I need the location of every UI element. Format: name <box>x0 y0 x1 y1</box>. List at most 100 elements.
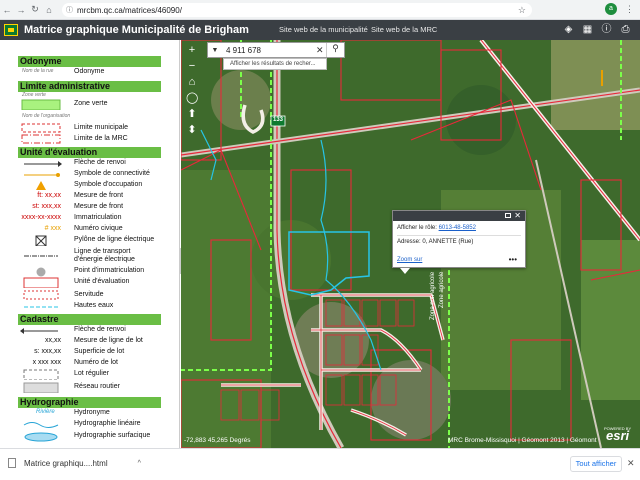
numero-civique-label: Numéro civique <box>74 225 123 232</box>
connectivite-symbol <box>24 173 60 177</box>
popup-address: Adresse: 0, ANNETTE (Rue) <box>397 239 474 245</box>
route-number: 133 <box>273 117 284 123</box>
close-downloads-icon[interactable]: ✕ <box>627 458 635 469</box>
immatriculation-label: Immatriculation <box>74 214 122 221</box>
lot-regulier-label: Lot régulier <box>74 370 110 377</box>
feature-popup: ✕ Afficher le rôle: 6013-48-5852 Adresse… <box>392 210 526 268</box>
hydro-lineaire-symbol <box>23 422 59 428</box>
legend-section-odonyme: Odonyme <box>18 56 161 67</box>
occupation-triangle-icon <box>36 181 46 190</box>
point-immat-label: Point d'immatriculation <box>74 267 145 274</box>
popup-more-menu[interactable]: ••• <box>509 255 517 264</box>
ligne-transport-label-1: Ligne de transport <box>74 248 131 255</box>
compass-icon[interactable]: ⬆ <box>186 108 198 120</box>
mesure-front-label-2: Mesure de front <box>74 203 124 210</box>
pylone-label: Pylône de ligne électrique <box>74 236 155 243</box>
immatriculation-sample: xxxx-xx-xxxx <box>21 214 61 221</box>
lot-regulier-symbol <box>23 369 59 380</box>
cadastre-fleche-symbol <box>20 328 58 334</box>
limite-mrc-label: Limite de la MRC <box>74 135 128 142</box>
show-all-button[interactable]: Tout afficher <box>570 456 622 472</box>
profile-avatar[interactable]: a <box>605 3 617 15</box>
limite-municipale-label: Limite municipale <box>74 124 129 131</box>
popup-role-label: Afficher le rôle: <box>397 225 437 231</box>
zoom-in-icon[interactable]: + <box>186 44 198 56</box>
app-header: Matrice graphique Municipalité de Brigha… <box>0 20 640 40</box>
download-filename: Matrice graphiqu....html <box>24 458 108 468</box>
reload-icon[interactable]: ↻ <box>28 4 42 15</box>
search-source-dropdown-icon[interactable]: ▼ <box>208 47 222 54</box>
locate-icon[interactable]: ◯ <box>186 92 198 104</box>
hautes-eaux-label: Hautes eaux <box>74 302 114 309</box>
mesure-front-label-1: Mesure de front <box>74 192 124 199</box>
popup-zoom-link[interactable]: Zoom sur <box>397 257 422 263</box>
popup-close-icon[interactable]: ✕ <box>514 211 521 220</box>
municipality-link[interactable]: Site web de la municipalité <box>279 25 368 34</box>
search-suggestion[interactable]: Afficher les résultats de recher... <box>223 58 327 70</box>
hydro-lineaire-label: Hydrographie linéaire <box>74 420 141 427</box>
hydronyme-label: Hydronyme <box>74 409 110 416</box>
limite-mrc-symbol <box>21 134 61 144</box>
browser-toolbar: ← → ↻ ⌂ ⓘ mrcbm.qc.ca/matrices/46090/ ☆ … <box>0 0 640 20</box>
zone-verte-swatch <box>21 99 61 110</box>
basemap-grid-icon[interactable]: ▦ <box>581 23 594 36</box>
esri-logo[interactable]: esri <box>606 428 629 443</box>
mesure-ligne-label: Mesure de ligne de lot <box>74 337 143 344</box>
search-button-icon[interactable]: ⚲ <box>326 43 344 57</box>
popup-dock-icon[interactable] <box>505 213 511 218</box>
zone-verte-sample-text: Zone verte <box>22 92 46 98</box>
st-sample: st: xxx,xx <box>32 203 61 210</box>
info-icon[interactable]: ⓘ <box>66 5 73 15</box>
map-toolbar: + − ⌂ ◯ ⬆ ⬍ <box>186 44 198 140</box>
mrc-logo <box>4 24 18 36</box>
servitude-symbol <box>23 290 59 300</box>
pylone-icon <box>35 235 47 246</box>
back-icon[interactable]: ← <box>0 5 14 15</box>
numero-lot-label: Numéro de lot <box>74 359 118 366</box>
legend-section-hydrographie: Hydrographie <box>18 397 161 408</box>
coordinate-readout: -72,883 45,265 Degrés <box>184 437 251 444</box>
url-text: mrcbm.qc.ca/matrices/46090/ <box>77 5 182 15</box>
hydro-surfacique-symbol <box>24 432 58 442</box>
numero-civique-sample: # xxx <box>44 225 61 232</box>
zoom-out-icon[interactable]: − <box>186 60 198 72</box>
address-bar[interactable]: ⓘ mrcbm.qc.ca/matrices/46090/ ☆ <box>62 3 532 17</box>
legend-section-cadastre: Cadastre <box>18 314 161 325</box>
connectivite-label: Symbole de connectivité <box>74 170 150 177</box>
reseau-routier-symbol <box>23 382 59 393</box>
zone-verte-label: Zone verte <box>74 100 108 107</box>
popup-role-link[interactable]: 6013-48-5852 <box>439 225 476 231</box>
ligne-transport-label-2: d'énergie électrique <box>74 256 135 263</box>
numero-lot-sample: x xxx xxx <box>32 359 61 366</box>
servitude-label: Servitude <box>74 291 104 298</box>
mrc-link[interactable]: Site web de la MRC <box>371 25 437 34</box>
cadastre-fleche-label: Flèche de renvoi <box>74 326 126 333</box>
download-item[interactable]: Matrice graphiqu....html ^ <box>8 458 141 468</box>
browser-menu-icon[interactable]: ⋮ <box>625 4 634 15</box>
unite-eval-label: Unité d'évaluation <box>74 278 130 285</box>
forward-icon[interactable]: → <box>14 5 28 15</box>
popup-titlebar: ✕ <box>393 211 525 221</box>
odonyme-label: Odonyme <box>74 68 105 75</box>
fleche-renvoi-symbol <box>24 161 62 167</box>
hautes-eaux-symbol <box>24 306 58 308</box>
search-widget: ▼ 4 911 678 ✕ ⚲ <box>207 42 345 58</box>
ligne-transport-symbol <box>24 255 58 257</box>
chevron-up-icon[interactable]: ^ <box>138 460 141 467</box>
hydro-surfacique-label: Hydrographie surfacique <box>74 432 151 439</box>
clear-search-icon[interactable]: ✕ <box>316 45 326 56</box>
unite-eval-symbol <box>23 277 59 288</box>
layers-icon[interactable]: ◈ <box>562 23 575 36</box>
legend-section-unite: Unité d'évaluation <box>18 147 161 158</box>
page-title: Matrice graphique Municipalité de Brigha… <box>24 24 249 36</box>
home-icon[interactable]: ⌂ <box>42 5 56 15</box>
superficie-label: Superficie de lot <box>74 348 125 355</box>
search-input[interactable]: 4 911 678 <box>222 46 316 55</box>
measure-icon[interactable]: ⬍ <box>186 124 198 136</box>
bookmark-star-icon[interactable]: ☆ <box>518 5 526 16</box>
home-view-icon[interactable]: ⌂ <box>186 76 198 88</box>
info-icon[interactable]: ⓘ <box>600 23 613 36</box>
ft-sample: ft: xx,xx <box>37 192 61 199</box>
mesure-ligne-sample: xx,xx <box>45 337 61 344</box>
print-icon[interactable]: ⎙ <box>619 23 632 36</box>
